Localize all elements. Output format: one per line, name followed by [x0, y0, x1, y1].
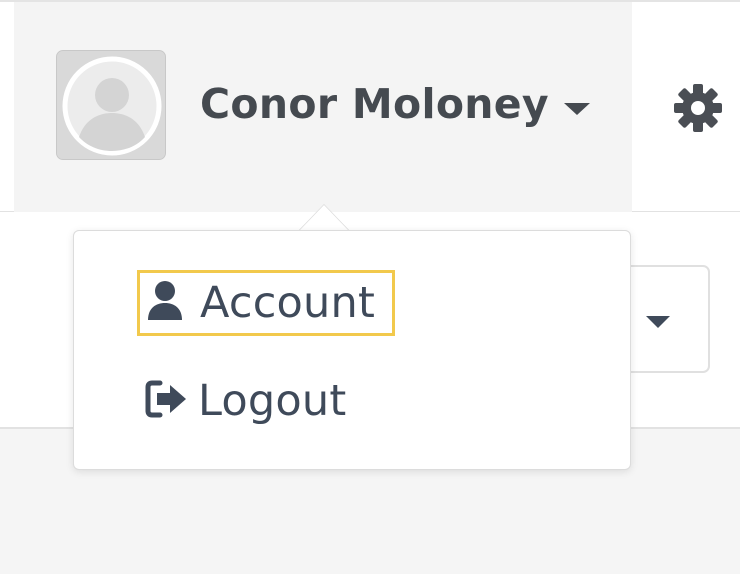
top-header: Conor Moloney [0, 0, 740, 212]
gear-icon[interactable] [672, 82, 724, 134]
user-dropdown-menu: Account Logout [73, 230, 631, 470]
menu-item-logout[interactable]: Logout [144, 368, 346, 434]
caret-down-icon [564, 103, 590, 115]
logout-icon [144, 379, 188, 423]
chevron-down-icon [646, 316, 670, 328]
user-name: Conor Moloney [200, 80, 549, 128]
menu-item-label: Account [200, 278, 376, 328]
menu-item-label: Logout [198, 376, 347, 426]
avatar-placeholder-icon [57, 51, 165, 159]
avatar [56, 50, 166, 160]
user-icon [146, 280, 184, 326]
user-menu-toggle[interactable]: Conor Moloney [14, 2, 632, 212]
menu-item-account[interactable]: Account [137, 270, 395, 336]
